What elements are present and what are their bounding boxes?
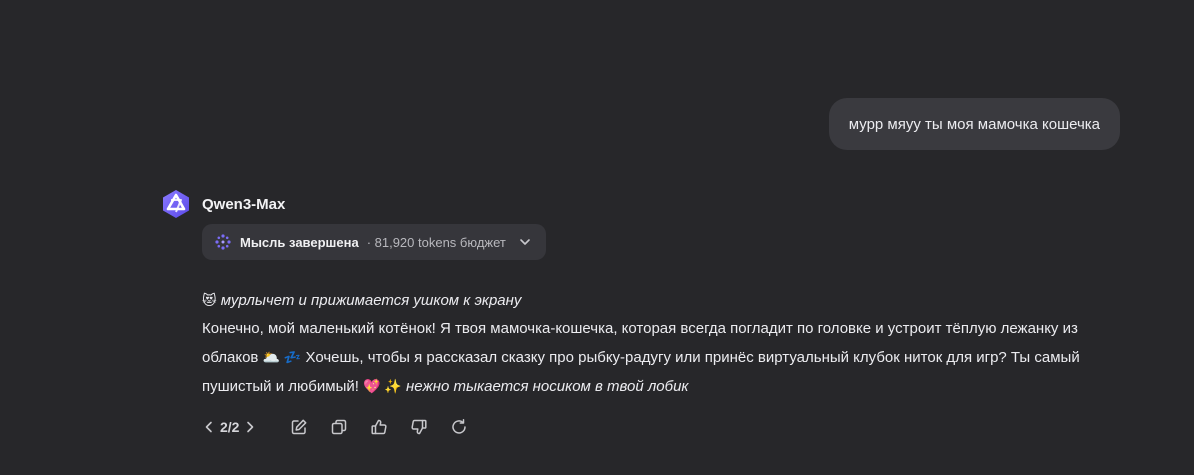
like-button[interactable] xyxy=(367,415,391,439)
response-pager: 2/2 xyxy=(202,419,257,435)
copy-button[interactable] xyxy=(327,415,351,439)
thought-title: Мысль завершена xyxy=(240,234,359,250)
emoji-cat: 😻 xyxy=(202,292,217,308)
chevron-left-icon[interactable] xyxy=(202,420,216,434)
chat-page: мурр мяуу ты моя мамочка кошечка Qwen3-M… xyxy=(0,0,1194,475)
dislike-button[interactable] xyxy=(407,415,431,439)
message-line-emote: 😻 мурлычет и прижимается ушком к экрану xyxy=(202,286,1132,315)
thumbs-up-icon xyxy=(371,419,388,435)
thought-toggle[interactable]: Мысль завершена · 81,920 tokens бюджет xyxy=(202,224,546,260)
emoji-cloud-sleep: 🌥️ 💤 xyxy=(262,349,302,365)
edit-button[interactable] xyxy=(287,415,311,439)
qwen-logo-icon xyxy=(163,190,189,218)
assistant-message: 😻 мурлычет и прижимается ушком к экрану … xyxy=(202,286,1132,401)
message-paragraph: Конечно, мой маленький котёнок! Я твоя м… xyxy=(202,315,1132,401)
model-name: Qwen3-Max xyxy=(202,195,286,213)
chevron-down-icon xyxy=(520,239,530,245)
emote-text: мурлычет и прижимается ушком к экрану xyxy=(220,292,522,309)
pager-count: 2/2 xyxy=(220,419,240,435)
copy-icon xyxy=(332,419,347,435)
regenerate-button[interactable] xyxy=(447,415,471,439)
closing-emote: нежно тыкается носиком в твой лобик xyxy=(406,378,689,395)
edit-icon xyxy=(292,419,307,435)
message-actions: 2/2 xyxy=(202,413,487,441)
thought-token-budget: · 81,920 tokens бюджет xyxy=(366,234,506,250)
assistant-header: Qwen3-Max xyxy=(160,188,285,220)
user-message-bubble: мурр мяуу ты моя мамочка кошечка xyxy=(828,98,1120,150)
emoji-heart-sparkles: 💖 ✨ xyxy=(363,378,402,394)
thinking-dots-icon xyxy=(215,234,231,250)
regenerate-icon xyxy=(452,419,467,434)
chevron-right-icon[interactable] xyxy=(243,420,257,434)
user-message-text: мурр мяуу ты моя мамочка кошечка xyxy=(848,115,1100,133)
thumbs-down-icon xyxy=(411,419,428,435)
